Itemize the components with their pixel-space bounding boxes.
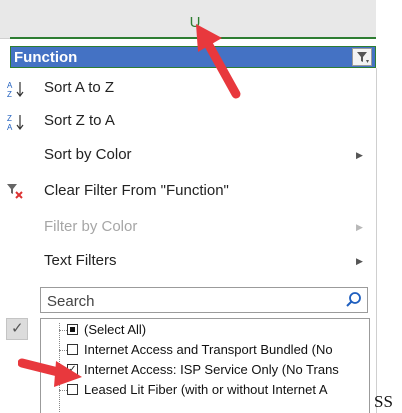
svg-text:Z: Z <box>7 90 12 98</box>
menu-item-label: Sort by Color <box>44 146 132 163</box>
tree-connector <box>59 350 67 351</box>
trailing-text: SS <box>374 392 393 411</box>
checkmark-icon: ✓ <box>11 320 24 337</box>
menu-item-text-filters[interactable]: Text Filters ▶ <box>0 246 376 276</box>
annotation-arrow-icon <box>196 24 241 99</box>
menu-item-label: Text Filters <box>44 252 117 269</box>
list-select-tile[interactable]: ✓ <box>6 318 28 340</box>
filter-funnel-icon <box>357 52 369 63</box>
list-item[interactable]: ✓ Internet Access: ISP Service Only (No … <box>41 360 369 380</box>
menu-item-sort-z-a[interactable]: Z A Sort Z to A <box>0 106 376 136</box>
list-item[interactable]: Leased Lit Fiber (with or without Intern… <box>41 380 369 400</box>
checkbox-partial-icon[interactable] <box>67 324 78 335</box>
submenu-arrow-icon: ▶ <box>356 256 363 266</box>
menu-item-label: Clear Filter From "Function" <box>44 182 229 199</box>
clear-filter-icon <box>7 184 23 199</box>
list-item[interactable]: (Select All) <box>41 320 369 340</box>
menu-item-sort-by-color[interactable]: Sort by Color ▶ <box>0 140 376 170</box>
search-input[interactable] <box>45 291 334 311</box>
search-icon[interactable] <box>345 291 363 309</box>
function-header-label: Function <box>14 49 78 66</box>
menu-item-sort-a-z[interactable]: A Z Sort A to Z <box>0 73 376 103</box>
svg-text:A: A <box>7 81 13 90</box>
menu-item-label: Sort A to Z <box>44 79 115 96</box>
sort-a-z-icon: A Z <box>7 81 24 98</box>
menu-item-label: Filter by Color <box>44 218 138 235</box>
menu-item-clear-filter[interactable]: Clear Filter From "Function" <box>0 176 376 206</box>
svg-text:A: A <box>7 123 13 131</box>
search-field[interactable] <box>40 287 368 313</box>
menu-item-label: Sort Z to A <box>44 112 115 129</box>
list-item-label: Leased Lit Fiber (with or without Intern… <box>84 382 328 397</box>
list-item-label: Internet Access and Transport Bundled (N… <box>84 342 333 357</box>
sort-z-a-icon: Z A <box>7 114 24 131</box>
submenu-arrow-icon: ▶ <box>356 222 363 232</box>
list-item-label: (Select All) <box>84 322 147 337</box>
menu-item-filter-by-color: Filter by Color ▶ <box>0 212 376 242</box>
values-list[interactable]: (Select All) Internet Access and Transpo… <box>40 318 370 413</box>
submenu-arrow-icon: ▶ <box>356 150 363 160</box>
list-item[interactable]: Internet Access and Transport Bundled (N… <box>41 340 369 360</box>
tree-connector <box>59 330 67 331</box>
list-item-label: Internet Access: ISP Service Only (No Tr… <box>84 362 339 377</box>
filter-dropdown-button[interactable] <box>352 48 372 66</box>
svg-text:Z: Z <box>7 114 12 123</box>
annotation-arrow-icon <box>18 358 82 387</box>
